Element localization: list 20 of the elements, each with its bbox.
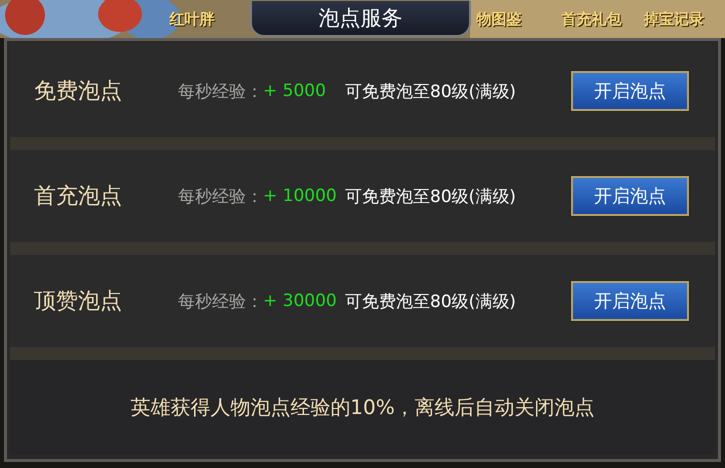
exp-value: + 5000	[263, 81, 327, 101]
menu-label[interactable]: 掉宝记录	[644, 10, 725, 28]
service-description: 可免费泡至80级(满级)	[345, 290, 517, 312]
menu-label[interactable]: 首充礼包	[561, 10, 644, 28]
start-button[interactable]: 开启泡点	[571, 281, 689, 321]
start-button[interactable]: 开启泡点	[571, 176, 689, 216]
menu-label[interactable]: 物图鉴	[476, 10, 562, 28]
exp-value: + 10000	[263, 186, 338, 206]
service-name: 首充泡点	[33, 183, 123, 211]
exp-label: 每秒经验：	[178, 186, 263, 208]
exp-label: 每秒经验：	[178, 290, 263, 312]
service-name: 顶赞泡点	[33, 288, 123, 316]
footer-note: 英雄获得人物泡点经验的10%，离线后自动关闭泡点	[130, 394, 595, 421]
service-name: 免费泡点	[33, 78, 123, 106]
exp-value: + 30000	[263, 291, 338, 311]
service-description: 可免费泡至80级(满级)	[345, 186, 517, 208]
exp-label: 每秒经验：	[178, 80, 263, 102]
start-button[interactable]: 开启泡点	[571, 71, 689, 111]
service-description: 可免费泡至80级(满级)	[345, 80, 517, 102]
window-title: 泡点服务	[318, 5, 403, 32]
